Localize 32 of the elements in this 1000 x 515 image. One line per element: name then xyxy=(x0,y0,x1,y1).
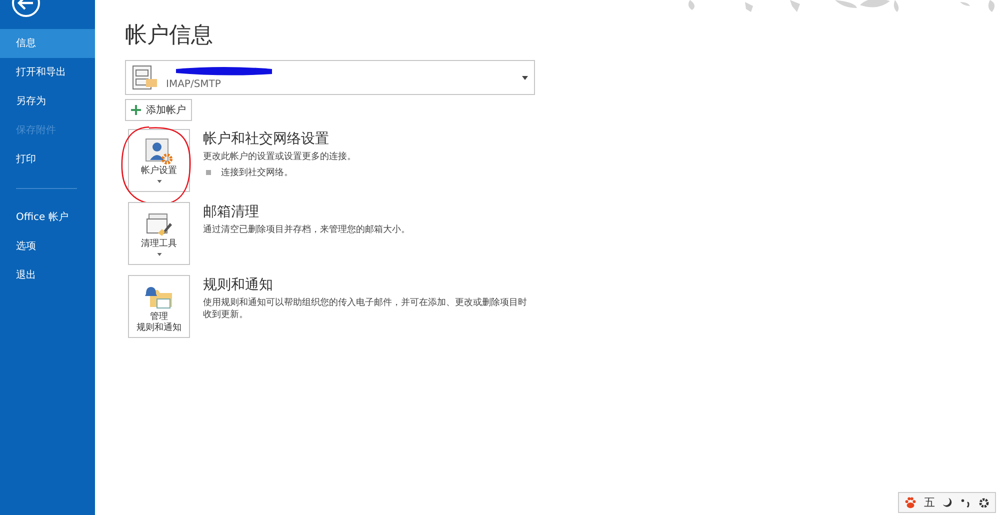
account-settings-icon xyxy=(145,138,173,166)
action-button[interactable]: 清理工具 xyxy=(128,202,190,265)
sidebar-item[interactable]: 打开和导出 xyxy=(0,58,95,87)
bullet-icon xyxy=(206,170,211,175)
section-description: 通过清空已删除项目并存档，来管理您的邮箱大小。 xyxy=(203,224,411,236)
moon-icon[interactable] xyxy=(942,497,953,508)
section-title: 帐户和社交网络设置 xyxy=(203,130,330,148)
section-description: 使用规则和通知可以帮助组织您的传入电子邮件，并可在添加、更改或删除项目时收到更新。 xyxy=(203,297,528,321)
sidebar-item[interactable]: 另存为 xyxy=(0,87,95,116)
mailbox-broom-icon xyxy=(145,211,173,239)
section-title: 规则和通知 xyxy=(203,276,274,294)
account-type: IMAP/SMTP xyxy=(166,79,222,90)
mail-cabinet-icon xyxy=(132,64,158,90)
sidebar-item[interactable]: 退出 xyxy=(0,261,95,290)
account-dropdown[interactable]: IMAP/SMTP xyxy=(125,60,535,95)
punctuation-icon[interactable] xyxy=(960,497,971,508)
paw-icon[interactable] xyxy=(904,496,917,509)
bullet-text: 连接到社交网络。 xyxy=(221,166,293,179)
add-account-button[interactable]: 添加帐户 xyxy=(125,99,192,121)
sidebar-item[interactable]: 信息 xyxy=(0,29,95,58)
sidebar-item[interactable]: 选项 xyxy=(0,232,95,261)
section-title: 邮箱清理 xyxy=(203,203,260,221)
page-title: 帐户信息 xyxy=(125,22,214,50)
input-mode-toggle[interactable]: 五 xyxy=(924,495,935,510)
section-description: 更改此帐户的设置或设置更多的连接。 xyxy=(203,151,357,163)
caret-icon xyxy=(522,76,528,80)
action-button[interactable]: 帐户设置 xyxy=(128,129,190,192)
settings-icon[interactable] xyxy=(978,496,990,508)
sidebar-item[interactable]: 打印 xyxy=(0,145,95,174)
sidebar-item[interactable]: Office 帐户 xyxy=(0,203,95,232)
action-button[interactable]: 管理 规则和通知 xyxy=(128,275,190,338)
plus-icon xyxy=(131,105,141,115)
